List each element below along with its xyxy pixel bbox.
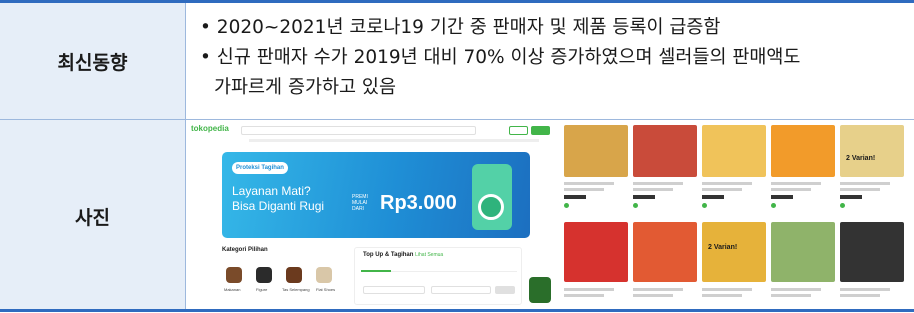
seller-dot <box>702 203 707 208</box>
category-label: Tas Selempang <box>282 287 310 292</box>
seller-dot <box>771 203 776 208</box>
product-image <box>564 222 628 282</box>
product-title-line <box>564 288 614 291</box>
product-title-line <box>633 182 683 185</box>
product-image <box>771 222 835 282</box>
product-title-line <box>840 188 880 191</box>
bullet-line: • 2020~2021년 코로나19 기간 중 판매자 및 제품 등록이 급증함 <box>200 17 721 38</box>
product-image <box>840 125 904 177</box>
category-title: Kategori Pilihan <box>222 247 268 253</box>
bullet-line: 가파르게 증가하고 있음 <box>214 77 396 98</box>
product-title-line <box>702 288 752 291</box>
tokopedia-logo: tokopedia <box>191 124 229 133</box>
variant-label: 2 Varian! <box>708 244 738 251</box>
category-label: Flat Shoes <box>316 287 336 292</box>
product-image <box>840 222 904 282</box>
bullet-line: • 신규 판매자 수가 2019년 대비 70% 이상 증가하였으며 셀러들의 … <box>200 47 801 68</box>
seller-dot <box>840 203 845 208</box>
row-label-photos: 사진 <box>75 207 110 229</box>
topup-link: Lihat Semua <box>415 252 444 258</box>
banner-title: Layanan Mati? Bisa Diganti Rugi <box>232 184 324 214</box>
subnav-bar <box>249 139 539 142</box>
product-title-line <box>633 188 673 191</box>
variant-label: 2 Varian! <box>846 155 876 162</box>
product-title-line <box>840 288 890 291</box>
product-title-line <box>633 288 683 291</box>
product-title-line <box>771 182 821 185</box>
product-price <box>702 195 724 199</box>
category-section: Kategori Pilihan Makanan Figure Tas Sele… <box>222 247 337 305</box>
trend-bullets: • 2020~2021년 코로나19 기간 중 판매자 및 제품 등록이 급증함… <box>200 13 905 103</box>
table-bottom-rule <box>0 309 914 312</box>
row-separator <box>0 119 914 120</box>
topup-section: Top Up & Tagihan Lihat Semua <box>354 247 522 305</box>
tokopedia-header: tokopedia <box>189 122 554 142</box>
tokopedia-screenshot: tokopedia Proteksi Tagihan Layanan Mati?… <box>189 122 554 307</box>
banner-price: Rp3.000 <box>380 192 457 214</box>
premi-line: DARI <box>352 206 364 212</box>
row-label-trends: 최신동향 <box>57 52 128 74</box>
product-title-line <box>702 182 752 185</box>
seller-dot <box>633 203 638 208</box>
promo-banner: Proteksi Tagihan Layanan Mati? Bisa Diga… <box>222 152 530 238</box>
search-bar <box>241 126 476 135</box>
column-separator <box>185 3 186 309</box>
product-image <box>771 125 835 177</box>
category-image <box>256 267 272 283</box>
product-price <box>840 195 862 199</box>
shield-icon <box>478 194 504 220</box>
product-image <box>702 125 766 177</box>
topup-title: Top Up & Tagihan Lihat Semua <box>363 252 443 258</box>
category-image <box>226 267 242 283</box>
category-label: Makanan <box>224 287 241 292</box>
product-image <box>564 125 628 177</box>
login-button <box>509 126 528 135</box>
product-title-line <box>771 188 811 191</box>
product-grid-screenshot: 2 Varian! 2 Varian! <box>560 122 910 307</box>
product-title-line <box>771 288 821 291</box>
info-table: 최신동향 사진 • 2020~2021년 코로나19 기간 중 판매자 및 제품… <box>0 0 914 313</box>
banner-title-line: Layanan Mati? <box>232 184 311 198</box>
category-image <box>286 267 302 283</box>
product-image <box>633 125 697 177</box>
product-title-line <box>564 182 614 185</box>
register-button <box>531 126 550 135</box>
product-title-line <box>564 188 604 191</box>
product-image <box>633 222 697 282</box>
topup-tab-active <box>361 264 391 272</box>
category-label: Figure <box>256 287 268 292</box>
topup-field <box>431 286 491 294</box>
product-title-line <box>564 294 604 297</box>
product-title-line <box>840 182 890 185</box>
product-title-line <box>771 294 811 297</box>
banner-tag: Proteksi Tagihan <box>232 162 288 174</box>
category-image <box>316 267 332 283</box>
product-title-line <box>702 188 742 191</box>
seller-dot <box>564 203 569 208</box>
product-title-line <box>840 294 880 297</box>
topup-title-text: Top Up & Tagihan <box>363 252 414 258</box>
topup-button <box>495 286 515 294</box>
banner-title-line: Bisa Diganti Rugi <box>232 199 325 213</box>
topup-field <box>363 286 425 294</box>
banner-premi: PREMI MULAI DARI <box>352 194 368 212</box>
product-title-line <box>633 294 673 297</box>
product-price <box>633 195 655 199</box>
topup-tabs <box>361 264 517 272</box>
product-price <box>564 195 586 199</box>
product-title-line <box>702 294 742 297</box>
product-price <box>771 195 793 199</box>
product-image <box>702 222 766 282</box>
halal-badge <box>529 277 551 303</box>
